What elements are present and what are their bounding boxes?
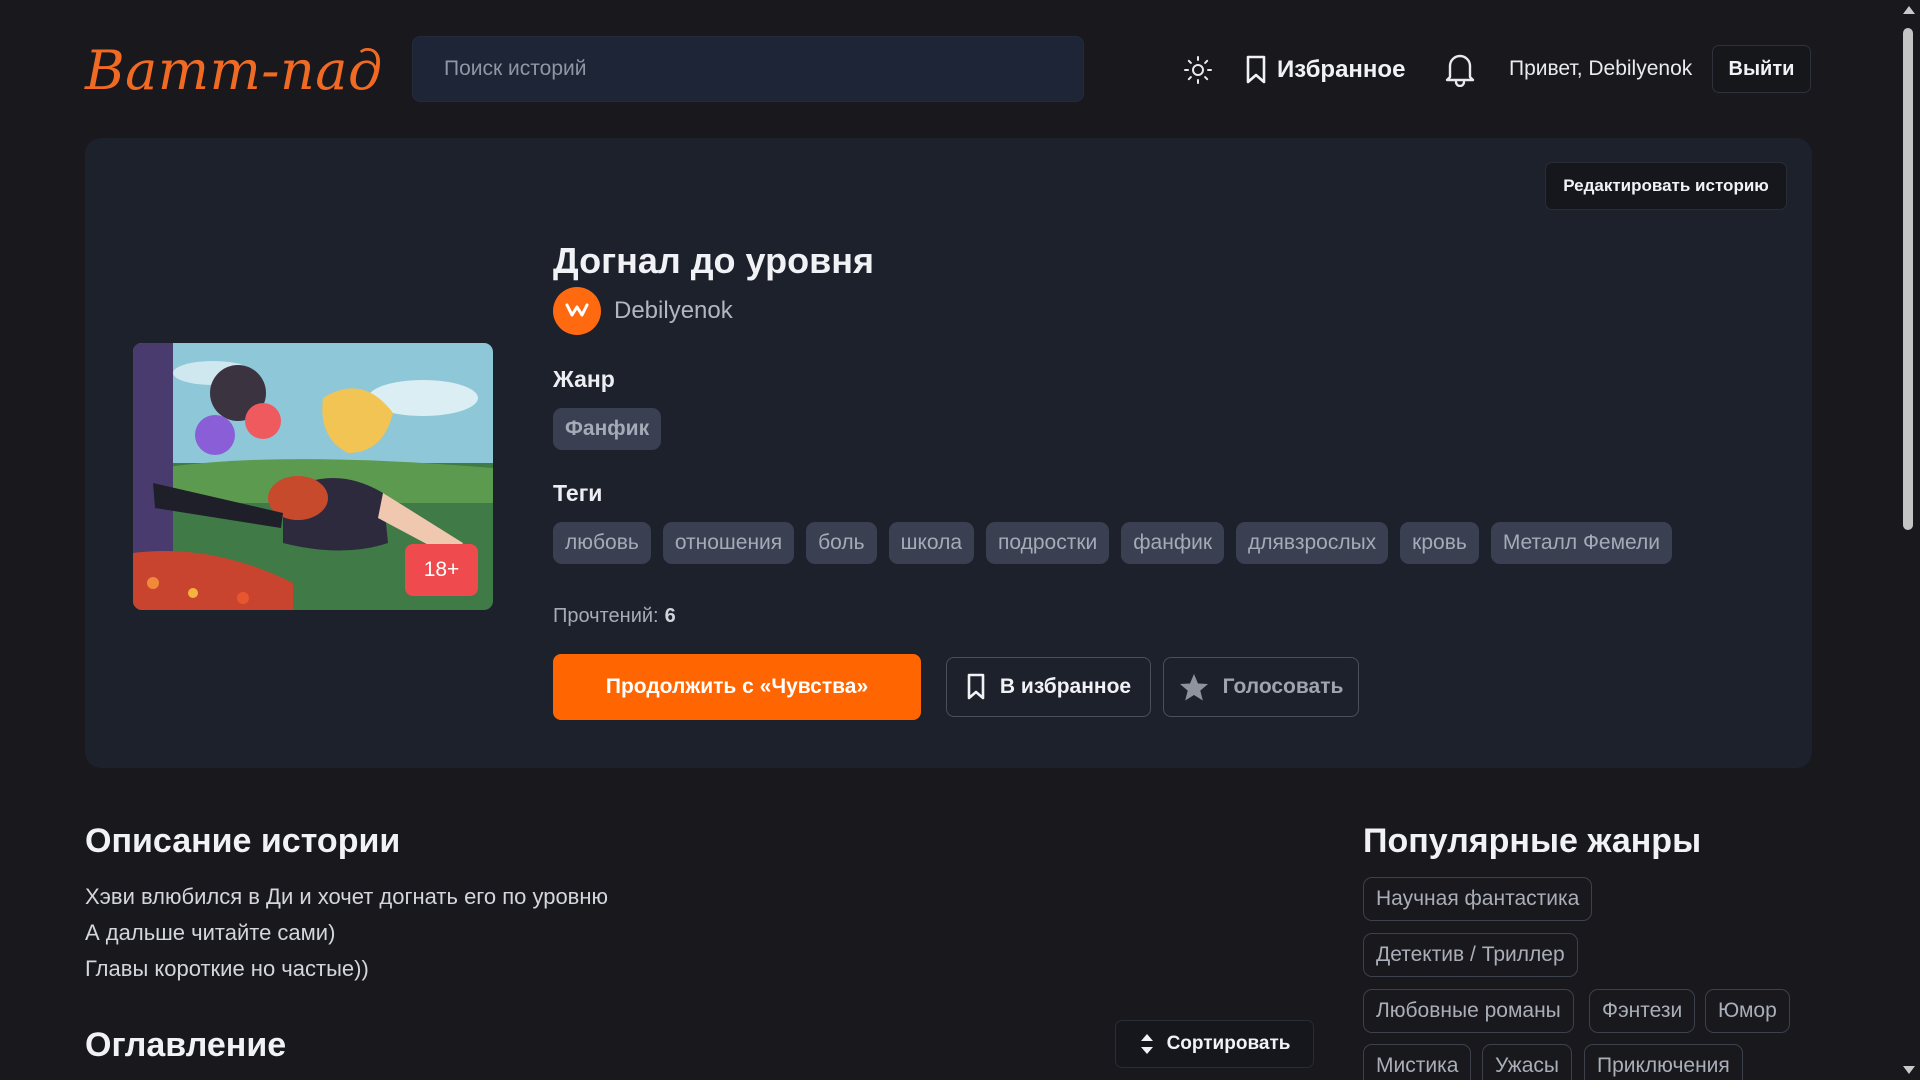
author-logo-icon — [565, 303, 589, 317]
popular-genre-chip[interactable]: Ужасы — [1482, 1044, 1572, 1080]
popular-genres-heading: Популярные жанры — [1363, 822, 1702, 860]
description-heading: Описание истории — [85, 822, 401, 860]
reads-count: 6 — [664, 605, 676, 627]
notifications-button[interactable] — [1444, 51, 1476, 88]
add-to-favorites-label: В избранное — [999, 675, 1132, 698]
tag-chip[interactable]: Металл Фемели — [1490, 522, 1672, 564]
popular-genre-chip[interactable]: Юмор — [1705, 989, 1790, 1033]
user-greeting: Привет, Debilyenok — [1509, 57, 1693, 80]
tag-chip[interactable]: фанфик — [1121, 522, 1225, 564]
tags-list: любовь отношения боль школа подростки фа… — [553, 522, 1672, 564]
tag-chip[interactable]: любовь — [553, 522, 651, 564]
scroll-down-arrow-icon[interactable] — [1903, 1066, 1915, 1074]
popular-genre-chip[interactable]: Научная фантастика — [1363, 877, 1593, 921]
age-rating-badge: 18+ — [405, 544, 478, 596]
tag-chip[interactable]: боль — [806, 522, 877, 564]
theme-toggle-button[interactable] — [1183, 55, 1213, 85]
popular-genre-chip[interactable]: Фэнтези — [1589, 989, 1696, 1033]
story-title: Догнал до уровня — [553, 240, 874, 281]
popular-genre-chip[interactable]: Детектив / Триллер — [1363, 933, 1578, 977]
description-line: Главы короткие но частые)) — [85, 956, 369, 981]
bell-icon — [1445, 54, 1475, 88]
favorites-label: Избранное — [1277, 56, 1406, 83]
scrollbar-thumb[interactable] — [1903, 28, 1913, 530]
genre-chip[interactable]: Фанфик — [553, 408, 662, 450]
page-scrollbar[interactable] — [1895, 0, 1920, 1080]
author-name: Debilyenok — [614, 297, 733, 324]
vote-button[interactable]: Голосовать — [1163, 657, 1359, 717]
popular-genre-chip[interactable]: Приключения — [1584, 1044, 1743, 1080]
popular-genre-chip[interactable]: Любовные романы — [1363, 989, 1574, 1033]
add-to-favorites-button[interactable]: В избранное — [946, 657, 1151, 717]
author-link[interactable]: Debilyenok — [553, 287, 733, 335]
tag-chip[interactable]: подростки — [986, 522, 1110, 564]
sort-arrows-icon — [1140, 1034, 1153, 1054]
bookmark-icon — [1246, 55, 1266, 84]
star-icon — [1179, 673, 1208, 700]
author-avatar — [553, 287, 601, 335]
genre-heading: Жанр — [553, 366, 615, 392]
tags-heading: Теги — [553, 480, 603, 506]
bookmark-icon — [967, 673, 985, 700]
reads-counter: Прочтений: 6 — [553, 605, 676, 628]
toc-heading: Оглавление — [85, 1026, 287, 1064]
favorites-link[interactable]: Избранное — [1245, 52, 1405, 88]
reads-label: Прочтений: — [553, 605, 659, 627]
description-line: Хэви влюбился в Ди и хочет догнать его п… — [85, 884, 609, 909]
tag-chip[interactable]: школа — [888, 522, 975, 564]
tag-chip[interactable]: кровь — [1400, 522, 1479, 564]
popular-genre-chip[interactable]: Мистика — [1363, 1044, 1472, 1080]
search-input[interactable] — [412, 36, 1084, 102]
continue-reading-button[interactable]: Продолжить с «Чувства» — [553, 654, 921, 720]
sun-icon — [1184, 56, 1212, 84]
sort-label: Сортировать — [1166, 1033, 1291, 1054]
tag-chip[interactable]: длявзрослых — [1236, 522, 1389, 564]
tag-chip[interactable]: отношения — [662, 522, 795, 564]
site-logo[interactable]: Ватт-пад — [85, 38, 383, 104]
logout-button[interactable]: Выйти — [1712, 45, 1811, 93]
vote-label: Голосовать — [1222, 675, 1344, 698]
description-line: А дальше читайте сами) — [85, 920, 336, 945]
edit-story-button[interactable]: Редактировать историю — [1545, 162, 1787, 210]
sort-button[interactable]: Сортировать — [1115, 1020, 1314, 1068]
scroll-up-arrow-icon[interactable] — [1903, 6, 1915, 14]
